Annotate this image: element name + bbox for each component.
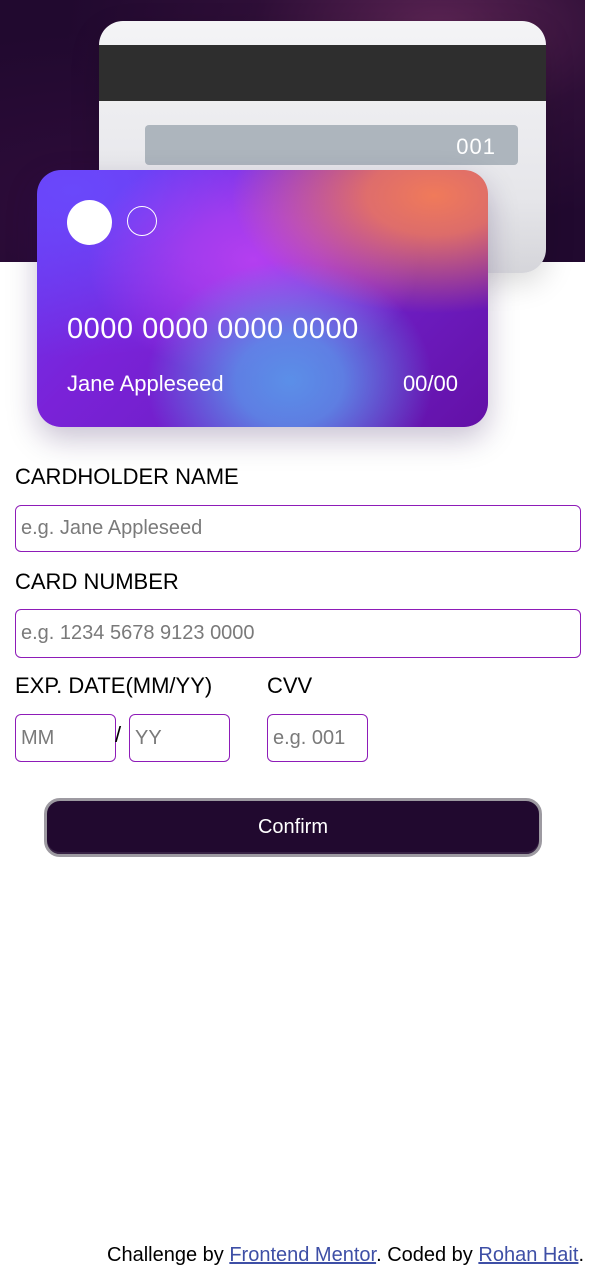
date-separator: / — [115, 722, 122, 747]
magnetic-stripe — [99, 45, 546, 101]
signature-strip: 001 — [145, 125, 518, 165]
card-front: 0000 0000 0000 0000 Jane Appleseed 00/00 — [37, 170, 488, 427]
cardholder-name-display: Jane Appleseed — [67, 371, 224, 396]
card-expiry-display: 00/00 — [402, 371, 458, 396]
cvv-label: CVV — [267, 673, 313, 698]
cardholder-name-input[interactable] — [15, 505, 581, 552]
card-number-input[interactable] — [15, 609, 581, 658]
card-number-display: 0000 0000 0000 0000 — [67, 313, 359, 345]
card-cvv: 001 — [456, 134, 496, 159]
attribution-middle: . Coded by — [376, 1244, 479, 1266]
card-logo-outline-circle-icon — [127, 206, 157, 236]
cvv-input[interactable] — [267, 714, 368, 762]
attribution: Challenge by Frontend Mentor. Coded by R… — [107, 1244, 584, 1267]
frontend-mentor-link[interactable]: Frontend Mentor — [229, 1244, 376, 1266]
cardholder-name-label: CARDHOLDER NAME — [15, 464, 239, 489]
expiry-year-input[interactable] — [129, 714, 230, 762]
expiry-month-input[interactable] — [15, 714, 116, 762]
expiry-date-label: EXP. DATE(MM/YY) — [15, 673, 213, 698]
attribution-prefix: Challenge by — [107, 1244, 230, 1266]
card-number-label: CARD NUMBER — [15, 569, 179, 594]
author-link[interactable]: Rohan Hait — [478, 1244, 578, 1266]
confirm-button[interactable]: Confirm — [44, 798, 542, 857]
card-logo-filled-circle-icon — [67, 200, 112, 245]
attribution-suffix: . — [578, 1244, 584, 1266]
